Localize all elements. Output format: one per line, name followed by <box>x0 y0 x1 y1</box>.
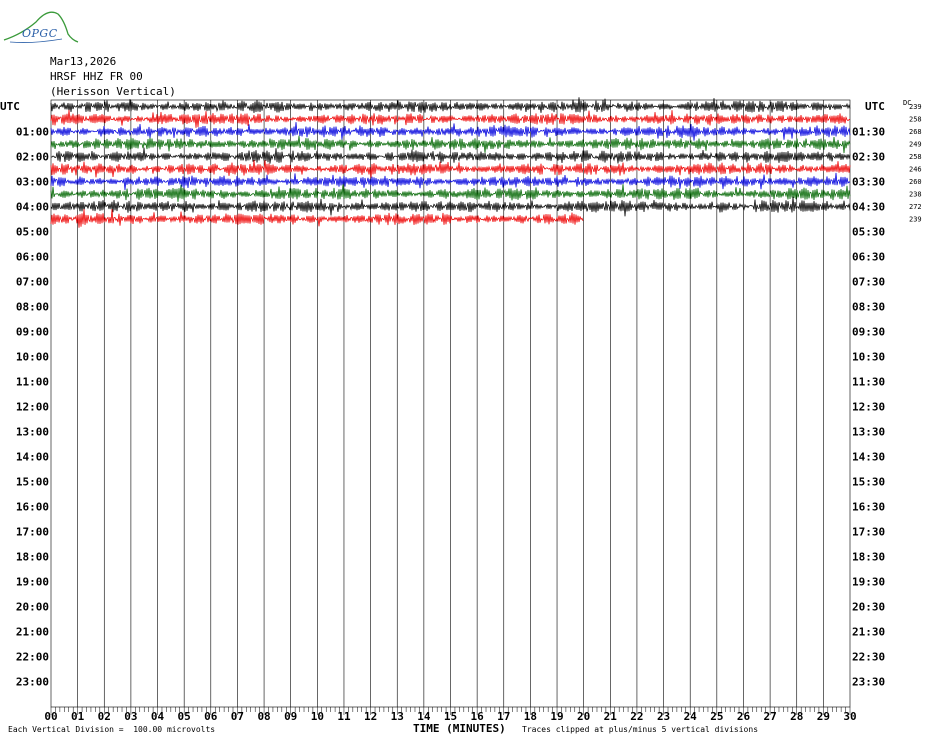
x-tick-label: 21 <box>604 710 618 723</box>
utc-half-hour-label: 07:30 <box>852 276 885 289</box>
utc-half-hour-label: 22:30 <box>852 651 885 664</box>
x-tick-label: 19 <box>550 710 563 723</box>
x-tick-label: 12 <box>364 710 377 723</box>
utc-half-hour-label: 09:30 <box>852 326 885 339</box>
dc-offset-label: 246 <box>909 166 922 174</box>
utc-half-hour-label: 23:30 <box>852 676 885 689</box>
utc-half-hour-label: 01:30 <box>852 126 885 139</box>
utc-hour-label: 04:00 <box>16 201 49 214</box>
utc-hour-label: 07:00 <box>16 276 49 289</box>
utc-half-hour-label: 10:30 <box>852 351 885 364</box>
utc-hour-label: 20:00 <box>16 601 49 614</box>
utc-hour-label: 21:00 <box>16 626 49 639</box>
utc-half-hour-label: 08:30 <box>852 301 885 314</box>
x-tick-label: 01 <box>71 710 85 723</box>
x-tick-label: 27 <box>763 710 776 723</box>
utc-half-hour-label: 03:30 <box>852 176 885 189</box>
x-tick-label: 10 <box>311 710 324 723</box>
x-tick-label: 09 <box>284 710 297 723</box>
utc-half-hour-label: 15:30 <box>852 476 885 489</box>
x-tick-label: 23 <box>657 710 670 723</box>
utc-hour-label: 18:00 <box>16 551 49 564</box>
x-tick-label: 04 <box>151 710 165 723</box>
x-tick-label: 28 <box>790 710 803 723</box>
x-tick-label: 02 <box>98 710 111 723</box>
utc-hour-label: 02:00 <box>16 151 49 164</box>
footer-division-note: Each Vertical Division = 100.00 microvol… <box>8 725 216 734</box>
x-tick-label: 07 <box>231 710 244 723</box>
utc-hour-label: 09:00 <box>16 326 49 339</box>
utc-half-hour-label: 14:30 <box>852 451 885 464</box>
utc-half-hour-label: 06:30 <box>852 251 885 264</box>
dc-offset-label: 239 <box>909 103 922 111</box>
footer-clip-note: Traces clipped at plus/minus 5 vertical … <box>522 725 759 734</box>
dc-offset-label: 258 <box>909 153 922 161</box>
x-tick-label: 26 <box>737 710 751 723</box>
utc-hour-label: 23:00 <box>16 676 49 689</box>
x-axis-label: TIME (MINUTES) <box>413 722 506 735</box>
utc-hour-label: 05:00 <box>16 226 49 239</box>
x-tick-label: 18 <box>524 710 537 723</box>
utc-hour-label: 03:00 <box>16 176 49 189</box>
x-tick-label: 24 <box>684 710 698 723</box>
utc-half-hour-label: 21:30 <box>852 626 885 639</box>
utc-half-hour-label: 16:30 <box>852 501 885 514</box>
x-tick-label: 08 <box>257 710 270 723</box>
x-tick-label: 05 <box>178 710 191 723</box>
x-tick-label: 22 <box>630 710 643 723</box>
x-tick-label: 20 <box>577 710 590 723</box>
utc-hour-label: 01:00 <box>16 126 49 139</box>
dc-offset-label: 238 <box>909 191 922 199</box>
utc-hour-label: 13:00 <box>16 426 49 439</box>
x-tick-label: 03 <box>124 710 137 723</box>
utc-hour-label: 16:00 <box>16 501 49 514</box>
utc-hour-label: 19:00 <box>16 576 49 589</box>
utc-half-hour-label: 17:30 <box>852 526 885 539</box>
utc-half-hour-label: 02:30 <box>852 151 885 164</box>
dc-offset-label: 260 <box>909 178 922 186</box>
utc-half-hour-label: 13:30 <box>852 426 885 439</box>
dc-offset-label: 249 <box>909 141 922 149</box>
dc-offset-label: 268 <box>909 128 922 136</box>
dc-offset-label: 258 <box>909 116 922 124</box>
dc-offset-label: 239 <box>909 216 922 224</box>
utc-half-hour-label: 11:30 <box>852 376 885 389</box>
utc-half-hour-label: 05:30 <box>852 226 885 239</box>
x-tick-label: 13 <box>391 710 404 723</box>
utc-half-hour-label: 19:30 <box>852 576 885 589</box>
utc-hour-label: 14:00 <box>16 451 49 464</box>
utc-half-hour-label: 04:30 <box>852 201 885 214</box>
x-tick-label: 06 <box>204 710 218 723</box>
utc-hour-label: 17:00 <box>16 526 49 539</box>
utc-hour-label: 08:00 <box>16 301 49 314</box>
x-tick-label: 25 <box>710 710 723 723</box>
utc-hour-label: 12:00 <box>16 401 49 414</box>
x-tick-label: 29 <box>817 710 830 723</box>
utc-half-hour-label: 12:30 <box>852 401 885 414</box>
utc-hour-label: 15:00 <box>16 476 49 489</box>
utc-half-hour-label: 20:30 <box>852 601 885 614</box>
dc-offset-label: 272 <box>909 203 922 211</box>
utc-hour-label: 06:00 <box>16 251 49 264</box>
utc-hour-label: 22:00 <box>16 651 49 664</box>
utc-half-hour-label: 18:30 <box>852 551 885 564</box>
x-tick-label: 30 <box>843 710 856 723</box>
helicorder-plot: 00 01 02 03 04 05 06 07 08 09 10 11 12 13 14 15 16 17 18 19… <box>16 97 922 723</box>
utc-hour-label: 11:00 <box>16 376 49 389</box>
x-tick-label: 11 <box>337 710 351 723</box>
utc-hour-label: 10:00 <box>16 351 49 364</box>
x-tick-label: 00 <box>44 710 57 723</box>
